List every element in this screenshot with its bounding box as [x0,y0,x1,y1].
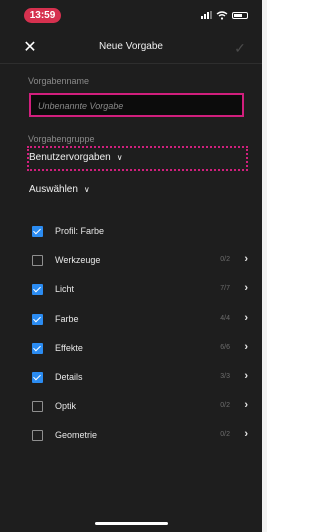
select-dropdown[interactable]: Auswählen ∨ [29,184,90,195]
confirm-button[interactable]: ✓ [230,38,250,58]
chevron-right-icon[interactable]: › [244,253,248,265]
header-divider [0,63,262,64]
setting-row[interactable]: Licht 7/7 › [0,276,262,304]
preset-group-select[interactable]: Benutzervorgaben ∨ [27,146,248,171]
setting-label: Licht [55,284,75,295]
setting-count: 7/7 [220,285,230,293]
chevron-down-icon: ∨ [116,153,123,162]
setting-count: 0/2 [220,431,230,439]
status-bar: 13:59 [0,0,262,28]
chevron-right-icon[interactable]: › [244,370,248,382]
setting-label: Effekte [55,342,83,353]
setting-row[interactable]: Effekte 6/6 › [0,335,262,363]
setting-checkbox[interactable] [32,342,43,354]
setting-count: 3/3 [220,373,230,380]
setting-count: 6/6 [220,343,230,351]
header: ✕ Neue Vorgabe ✓ [0,35,262,61]
app-screen: 13:59 ✕ Neue Vorgabe ✓ Vorgabenname Unbe… [0,0,262,532]
setting-row[interactable]: Geometrie 0/2 › [0,422,262,450]
setting-checkbox[interactable] [32,284,43,296]
setting-row[interactable]: Details 3/3 › [0,364,262,392]
setting-checkbox[interactable] [32,372,43,383]
setting-label: Optik [55,401,77,412]
setting-row[interactable]: Optik 0/2 › [0,393,262,421]
select-dropdown-label: Auswählen [29,184,78,195]
wifi-icon [216,10,228,20]
setting-row[interactable]: Profil: Farbe [0,218,262,246]
setting-row[interactable]: Farbe 4/4 › [0,306,262,334]
preset-group-value: Benutzervorgaben [29,152,111,163]
setting-row[interactable]: Werkzeuge 0/2 › [0,247,262,275]
status-time: 13:59 [24,8,61,23]
preset-group-label: Vorgabengruppe [28,134,95,144]
setting-count: 0/2 [220,402,230,410]
page-title: Neue Vorgabe [99,41,163,52]
setting-checkbox[interactable] [32,226,43,237]
setting-checkbox[interactable] [32,430,43,442]
setting-checkbox[interactable] [32,401,43,413]
setting-count: 4/4 [220,314,230,322]
chevron-right-icon[interactable]: › [244,428,248,440]
setting-label: Geometrie [55,430,98,441]
preset-name-label: Vorgabenname [28,76,90,86]
status-icons [201,10,248,20]
chevron-right-icon[interactable]: › [244,282,248,294]
setting-label: Details [55,372,83,382]
chevron-right-icon[interactable]: › [244,312,248,324]
setting-label: Profil: Farbe [55,226,105,236]
background-edge [262,0,267,532]
chevron-down-icon: ∨ [83,185,90,194]
setting-checkbox[interactable] [32,255,43,267]
setting-count: 0/2 [220,256,230,264]
preset-name-input[interactable]: Unbenannte Vorgabe [29,93,244,117]
chevron-right-icon[interactable]: › [244,341,248,353]
battery-icon [232,11,248,19]
setting-label: Farbe [55,313,79,324]
signal-icon [201,11,212,19]
setting-label: Werkzeuge [55,255,101,266]
chevron-right-icon[interactable]: › [244,399,248,411]
setting-checkbox[interactable] [32,313,43,325]
home-indicator[interactable] [95,522,168,525]
